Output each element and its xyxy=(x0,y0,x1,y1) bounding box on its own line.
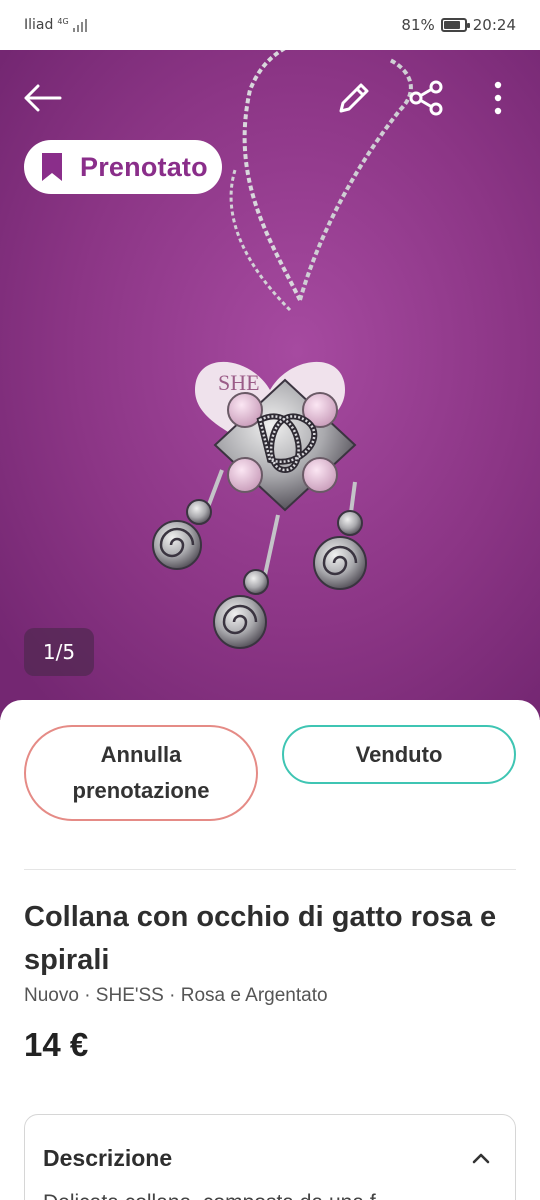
chevron-up-icon[interactable] xyxy=(469,1147,493,1171)
description-card[interactable]: Descrizione Delicata collana, composta d… xyxy=(24,1114,516,1200)
product-photo[interactable]: SHE Prenotato 1/5 xyxy=(0,50,540,720)
battery-fill xyxy=(443,21,460,29)
network-type: 4G xyxy=(57,17,69,26)
photo-counter: 1/5 xyxy=(24,628,94,676)
item-price: 14 € xyxy=(24,1026,89,1063)
carrier-name: Iliad xyxy=(24,17,54,33)
svg-text:SHE: SHE xyxy=(218,370,260,395)
divider xyxy=(24,869,516,870)
reserved-badge: Prenotato xyxy=(24,140,222,194)
item-meta: Nuovo · SHE'SS · Rosa e Argentato xyxy=(24,985,328,1006)
description-text: Delicata collana, composta da una f xyxy=(43,1191,503,1200)
more-vertical-icon xyxy=(494,81,502,115)
battery-percent: 81% xyxy=(401,16,435,34)
status-left: Iliad 4G xyxy=(24,17,87,33)
clock: 20:24 xyxy=(472,16,516,34)
cancel-reservation-button[interactable]: Annulla prenotazione xyxy=(24,725,258,821)
pencil-icon xyxy=(339,83,369,113)
share-button[interactable] xyxy=(402,74,450,122)
signal-icon xyxy=(72,18,87,32)
item-title: Collana con occhio di gatto rosa e spira… xyxy=(24,901,497,976)
mark-sold-button[interactable]: Venduto xyxy=(282,725,516,784)
status-bar: Iliad 4G 81% 20:24 xyxy=(0,0,540,50)
share-icon xyxy=(409,80,443,116)
description-header: Descrizione xyxy=(43,1145,173,1171)
reserved-label: Prenotato xyxy=(80,151,208,182)
back-button[interactable] xyxy=(18,78,66,118)
more-options-button[interactable] xyxy=(478,74,518,122)
edit-button[interactable] xyxy=(330,74,378,122)
battery-icon xyxy=(440,18,470,32)
bookmark-icon xyxy=(42,153,62,181)
status-right: 81% 20:24 xyxy=(401,16,516,34)
arrow-left-icon xyxy=(24,84,62,112)
